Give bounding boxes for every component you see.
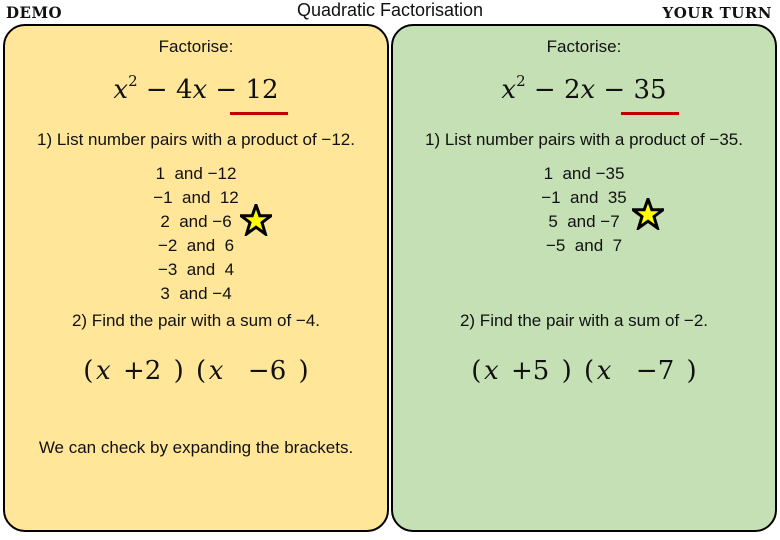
sign: − [247, 356, 270, 386]
coefficient-b: 2 [563, 75, 581, 105]
factor-pair: −3 and 4 [157, 260, 235, 279]
factorised-answer: ( x +2 ) ( x −6 ) [83, 356, 309, 386]
factorise-prompt: Factorise: [158, 37, 234, 56]
sign: + [510, 356, 533, 386]
factorised-answer: ( x +5 ) ( x −7 ) [471, 356, 697, 386]
factor-pair: −1 and 12 [153, 188, 239, 207]
step-1-instruction: 1) List number pairs with a product of −… [37, 130, 355, 149]
number: 6 [269, 356, 287, 386]
number: 7 [657, 356, 675, 386]
constant-c: 35 [633, 75, 667, 105]
step-1-instruction: 1) List number pairs with a product of −… [425, 130, 743, 149]
your-turn-panel: Factorise: x2 − 2x − 35 1) List number p… [391, 24, 777, 532]
number: 2 [144, 356, 162, 386]
factor-pair: 1 and −12 [155, 164, 237, 183]
factorise-prompt: Factorise: [546, 37, 622, 56]
star-icon [632, 198, 664, 230]
factor-pair: 1 and −35 [543, 164, 625, 183]
star-icon [240, 204, 272, 236]
step-2-instruction: 2) Find the pair with a sum of −2. [459, 311, 709, 330]
factor-pair-starred: 2 and −6 [160, 212, 232, 231]
factor-pair: −1 and 35 [541, 188, 627, 207]
factor-pair-starred: 5 and −7 [548, 212, 620, 231]
quadratic-expression: x2 − 2x − 35 [501, 72, 667, 105]
step-2-instruction: 2) Find the pair with a sum of −4. [71, 311, 321, 330]
sign: + [122, 356, 145, 386]
constant-underline [621, 112, 679, 115]
your-turn-label: YOUR TURN [662, 4, 772, 22]
factor-pairs-list: 1 and −12 −1 and 12 2 and −6 −2 and 6 −3… [5, 162, 387, 306]
coefficient-b: 4 [175, 75, 193, 105]
quadratic-expression: x2 − 4x − 12 [113, 72, 279, 105]
demo-panel: Factorise: x2 − 4x − 12 1) List number p… [3, 24, 389, 532]
factor-pairs-list: 1 and −35 −1 and 35 5 and −7 −5 and 7 [393, 162, 775, 258]
constant-underline [230, 112, 288, 115]
factor-pair: −5 and 7 [545, 236, 623, 255]
check-note: We can check by expanding the brackets. [38, 438, 354, 457]
sign: − [635, 356, 658, 386]
number: 5 [532, 356, 550, 386]
factor-pair: 3 and −4 [160, 284, 232, 303]
factor-pair: −2 and 6 [157, 236, 235, 255]
constant-c: 12 [245, 75, 279, 105]
